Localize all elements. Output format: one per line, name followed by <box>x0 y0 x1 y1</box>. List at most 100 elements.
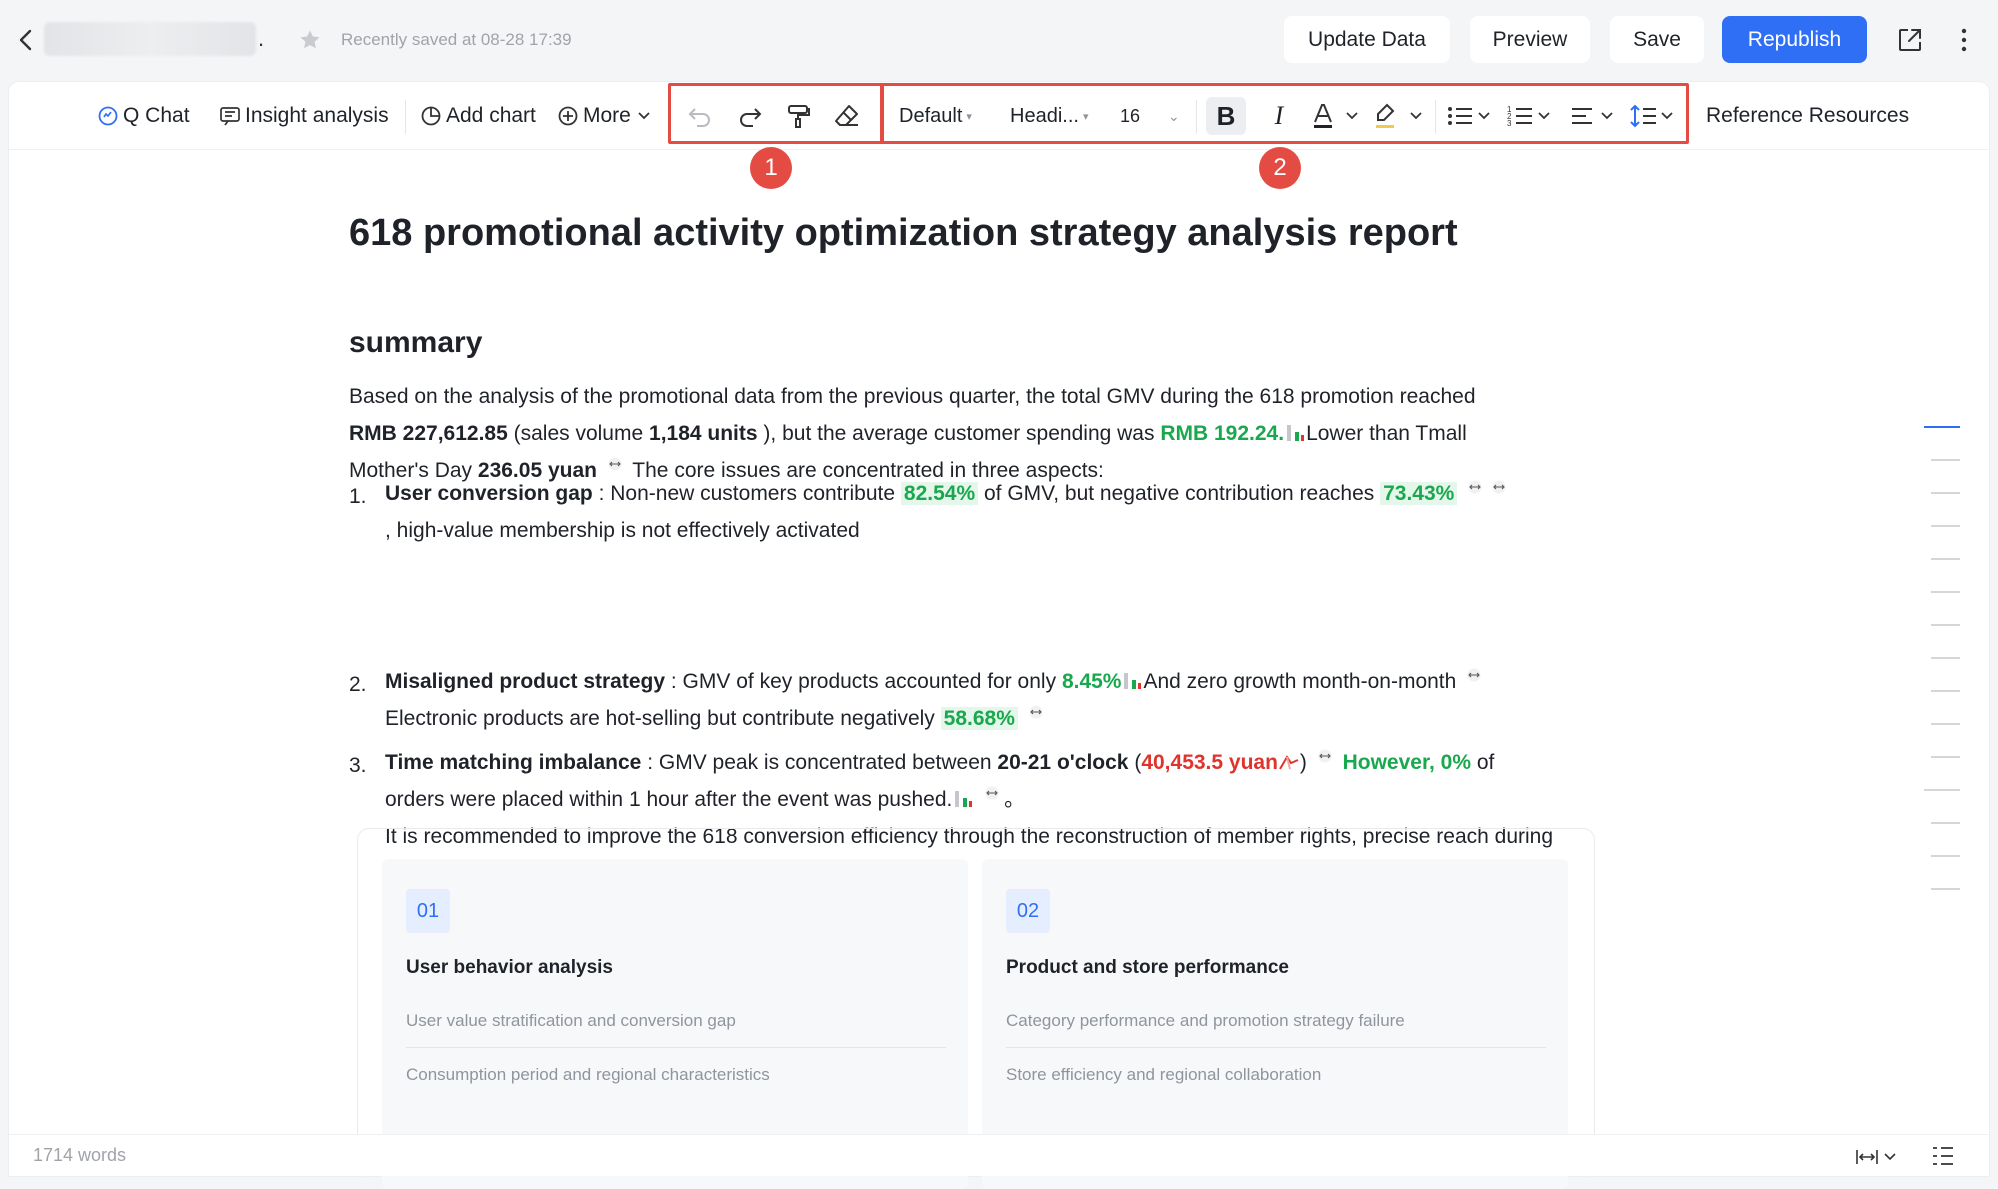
undo-button[interactable] <box>684 100 716 132</box>
section-subtopic[interactable]: Store efficiency and regional collaborat… <box>1006 1065 1546 1085</box>
align-button[interactable] <box>1569 100 1619 132</box>
outline-entry[interactable] <box>1931 525 1960 527</box>
italic-icon: I <box>1274 101 1284 130</box>
add-chart-button[interactable]: Add chart <box>420 100 536 132</box>
source-link-icon[interactable] <box>983 786 1001 800</box>
outline-entry[interactable] <box>1931 888 1960 890</box>
page-width-icon[interactable] <box>1855 1147 1903 1167</box>
document-name-blurred[interactable] <box>44 22 256 56</box>
style-select-value: Default <box>899 104 963 127</box>
redo-icon <box>740 108 762 127</box>
list-item: User conversion gap : Non-new customers … <box>385 475 1599 549</box>
peak-trend-icon[interactable] <box>1278 752 1300 772</box>
list-item: Misaligned product strategy : GMV of key… <box>385 663 1599 737</box>
highlight-color-button[interactable] <box>1371 100 1429 132</box>
outline-entry[interactable] <box>1931 624 1960 626</box>
source-link-icon[interactable] <box>1466 480 1484 494</box>
outline-entry[interactable] <box>1931 690 1960 692</box>
summary-text: (sales volume <box>513 422 644 445</box>
eraser-icon <box>835 105 858 126</box>
source-link-icon[interactable] <box>1027 705 1045 719</box>
source-link-icon[interactable] <box>1490 480 1508 494</box>
list-item-text: : GMV of key products accounted for only <box>670 670 1057 693</box>
outline-entry[interactable] <box>1931 756 1960 758</box>
clear-format-button[interactable] <box>831 100 863 132</box>
align-left-icon <box>1572 108 1613 124</box>
outline-entry-active[interactable] <box>1924 426 1960 428</box>
font-color-button[interactable] <box>1309 100 1365 132</box>
list-item-text: : GMV peak is concentrated between <box>647 751 992 774</box>
section-subtopic[interactable]: Consumption period and regional characte… <box>406 1065 946 1085</box>
annotation-badge-1: 1 <box>750 147 792 189</box>
outline-entry[interactable] <box>1931 459 1960 461</box>
star-icon[interactable] <box>298 28 322 52</box>
bold-icon: B <box>1216 100 1236 131</box>
list-item-text: Electronic products are hot-selling but … <box>385 707 935 730</box>
section-number: 02 <box>1006 889 1050 933</box>
time-range-value: 20-21 o'clock <box>997 751 1129 774</box>
source-link-icon[interactable] <box>1316 749 1334 763</box>
add-chart-label: Add chart <box>446 104 536 127</box>
heading-select[interactable]: Headi... ▾ <box>1010 100 1088 132</box>
units-value: 1,184 units <box>649 422 758 445</box>
outline-entry[interactable] <box>1931 657 1960 659</box>
preview-button[interactable]: Preview <box>1470 16 1590 63</box>
outline-entry[interactable] <box>1931 723 1960 725</box>
outline-entry[interactable] <box>1931 822 1960 824</box>
more-menu-button[interactable]: More <box>557 100 651 132</box>
outline-toggle-icon[interactable] <box>1931 1145 1955 1167</box>
republish-button[interactable]: Republish <box>1722 16 1867 63</box>
section-heading: summary <box>349 326 483 359</box>
bold-button[interactable]: B <box>1206 97 1246 135</box>
mini-bar-chart-icon[interactable] <box>952 789 974 809</box>
list-item-label: User conversion gap <box>385 482 593 505</box>
heading-select-value: Headi... <box>1010 104 1079 127</box>
outline-entry[interactable] <box>1931 492 1960 494</box>
document-name-suffix: . <box>258 26 265 51</box>
metric-value: 40,453.5 yuan <box>1141 751 1278 774</box>
chevron-down-icon: ⌄ <box>1168 107 1180 124</box>
section-subtopic[interactable]: Category performance and promotion strat… <box>1006 1011 1546 1031</box>
source-link-icon[interactable] <box>606 457 624 471</box>
style-select[interactable]: Default ▾ <box>899 100 972 132</box>
back-arrow-icon[interactable] <box>16 28 36 52</box>
external-share-icon[interactable] <box>1896 26 1924 54</box>
plus-circle-icon <box>558 106 578 126</box>
divider <box>406 1047 946 1048</box>
section-card-grid: 01 User behavior analysis User value str… <box>357 828 1595 1189</box>
status-bar: 1714 words <box>9 1134 1989 1176</box>
summary-text: Based on the analysis of the promotional… <box>349 385 1476 408</box>
bullet-list-button[interactable] <box>1446 100 1496 132</box>
font-color-icon <box>1314 104 1358 128</box>
italic-button[interactable]: I <box>1263 100 1295 132</box>
outline-entry[interactable] <box>1931 855 1960 857</box>
section-subtopic[interactable]: User value stratification and conversion… <box>406 1011 946 1031</box>
editor-toolbar: Q Chat Insight analysis Add chart More D… <box>9 82 1989 189</box>
update-data-button[interactable]: Update Data <box>1284 16 1450 63</box>
list-item-text: of GMV, but negative contribution reache… <box>983 482 1375 505</box>
q-chat-button[interactable]: Q Chat <box>97 100 190 132</box>
format-painter-button[interactable] <box>783 100 815 132</box>
font-size-select[interactable]: 16 ⌄ <box>1120 100 1190 132</box>
font-size-value: 16 <box>1120 105 1141 126</box>
insight-analysis-button[interactable]: Insight analysis <box>219 100 389 132</box>
save-button[interactable]: Save <box>1610 16 1704 63</box>
divider <box>1006 1047 1546 1048</box>
list-item-number: 3. <box>349 754 367 777</box>
mini-bar-chart-icon[interactable] <box>1121 671 1143 691</box>
numbered-list-button[interactable]: 123 <box>1506 100 1556 132</box>
redo-button[interactable] <box>734 100 766 132</box>
numbered-list-icon: 123 <box>1507 105 1550 128</box>
mini-bar-chart-icon[interactable] <box>1284 423 1306 443</box>
editor-panel: Q Chat Insight analysis Add chart More D… <box>9 82 1989 1189</box>
source-link-icon[interactable] <box>1465 668 1483 682</box>
reference-resources-button[interactable]: Reference Resources <box>1706 100 1909 132</box>
toolbar-divider <box>1196 100 1197 134</box>
list-item-text: : Non-new customers contribute <box>598 482 896 505</box>
section-title: User behavior analysis <box>406 957 613 978</box>
outline-entry[interactable] <box>1931 591 1960 593</box>
more-vertical-icon[interactable] <box>1958 26 1970 54</box>
outline-entry[interactable] <box>1931 558 1960 560</box>
outline-entry[interactable] <box>1924 789 1960 791</box>
line-spacing-button[interactable] <box>1629 100 1679 132</box>
